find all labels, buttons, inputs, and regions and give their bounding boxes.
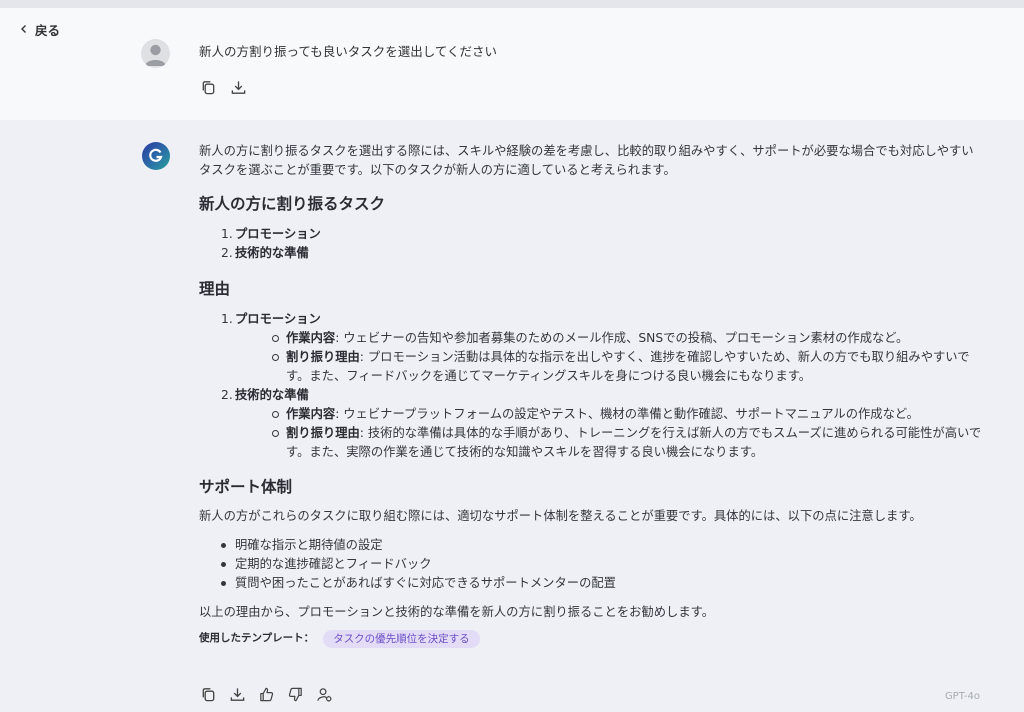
assistant-message-area: 新人の方に割り振るタスクを選出する際には、スキルや経験の差を考慮し、比較的取り組… [0,120,1024,712]
user-settings-button[interactable] [315,685,333,703]
section-heading-support: サポート体制 [199,478,293,496]
chevron-left-icon [19,22,29,37]
copy-button[interactable] [199,78,217,96]
list-item: 定期的な進捗確認とフィードバック [220,555,984,574]
user-settings-icon [316,687,332,702]
template-row: 使用したテンプレート： タスクの優先順位を決定する [199,629,984,648]
thumbs-up-icon [259,687,273,701]
copy-icon [202,687,214,701]
thumbs-down-button[interactable] [286,685,304,703]
list-item: 2. 技術的な準備 [221,388,309,402]
list-item: 割り振り理由: プロモーション活動は具体的な指示を出しやすく、進捗を確認しやすい… [271,348,984,386]
task-list: 1. プロモーション 2. 技術的な準備 [221,225,984,263]
support-list: 明確な指示と期待値の設定 定期的な進捗確認とフィードバック 質問や困ったことがあ… [220,536,984,593]
section-heading-reasons: 理由 [199,280,231,298]
reason-list: 1. プロモーション 作業内容: ウェビナーの告知や参加者募集のためのメール作成、… [221,310,984,462]
download-icon [230,687,244,701]
list-item: 割り振り理由: 技術的な準備は具体的な手順があり、トレーニングを行えば新人の方で… [271,424,984,462]
copy-icon [202,80,214,94]
support-intro-paragraph: 新人の方がこれらのタスクに取り組む際には、適切なサポート体制を整えることが重要で… [199,509,922,523]
reason-details: 作業内容: ウェビナープラットフォームの設定やテスト、機材の準備と動作確認、サポ… [221,405,984,462]
model-label: GPT-4o [944,691,980,702]
template-label: 使用したテンプレート： [199,632,315,644]
intro-paragraph: 新人の方に割り振るタスクを選出する際には、スキルや経験の差を考慮し、比較的取り組… [199,144,974,177]
list-item: 1. プロモーション [221,227,321,241]
list-item: 明確な指示と期待値の設定 [220,536,984,555]
user-message-toolbar [199,78,247,96]
list-item: 2. 技術的な準備 [221,246,309,260]
list-item: 質問や困ったことがあればすぐに対応できるサポートメンターの配置 [220,574,984,593]
top-strip [0,0,1024,8]
download-icon [231,80,245,94]
logo-g-icon [142,142,170,170]
list-item: 1. プロモーション [221,312,321,326]
list-item: 作業内容: ウェビナープラットフォームの設定やテスト、機材の準備と動作確認、サポ… [271,405,984,424]
user-message-text: 新人の方割り振っても良いタスクを選出してください [199,44,498,59]
thumbs-up-button[interactable] [257,685,275,703]
back-button[interactable]: 戻る [19,20,60,39]
list-item: 作業内容: ウェビナーの告知や参加者募集のためのメール作成、SNSでの投稿、プロ… [271,329,984,348]
download-button[interactable] [228,685,246,703]
template-chip[interactable]: タスクの優先順位を決定する [323,629,480,648]
download-button[interactable] [229,78,247,96]
copy-button[interactable] [199,685,217,703]
reason-details: 作業内容: ウェビナーの告知や参加者募集のためのメール作成、SNSでの投稿、プロ… [221,329,984,386]
conclusion-paragraph: 以上の理由から、プロモーションと技術的な準備を新人の方に割り振ることをお勧めしま… [199,605,714,619]
assistant-message-content: 新人の方に割り振るタスクを選出する際には、スキルや経験の差を考慮し、比較的取り組… [199,142,984,648]
assistant-message-toolbar [199,685,333,703]
user-avatar-icon [141,39,170,68]
back-label: 戻る [35,23,61,38]
section-heading-tasks: 新人の方に割り振るタスク [199,195,386,213]
user-message-area: 戻る 新人の方割り振っても良いタスクを選出してください [0,8,1024,120]
thumbs-down-icon [288,687,302,701]
